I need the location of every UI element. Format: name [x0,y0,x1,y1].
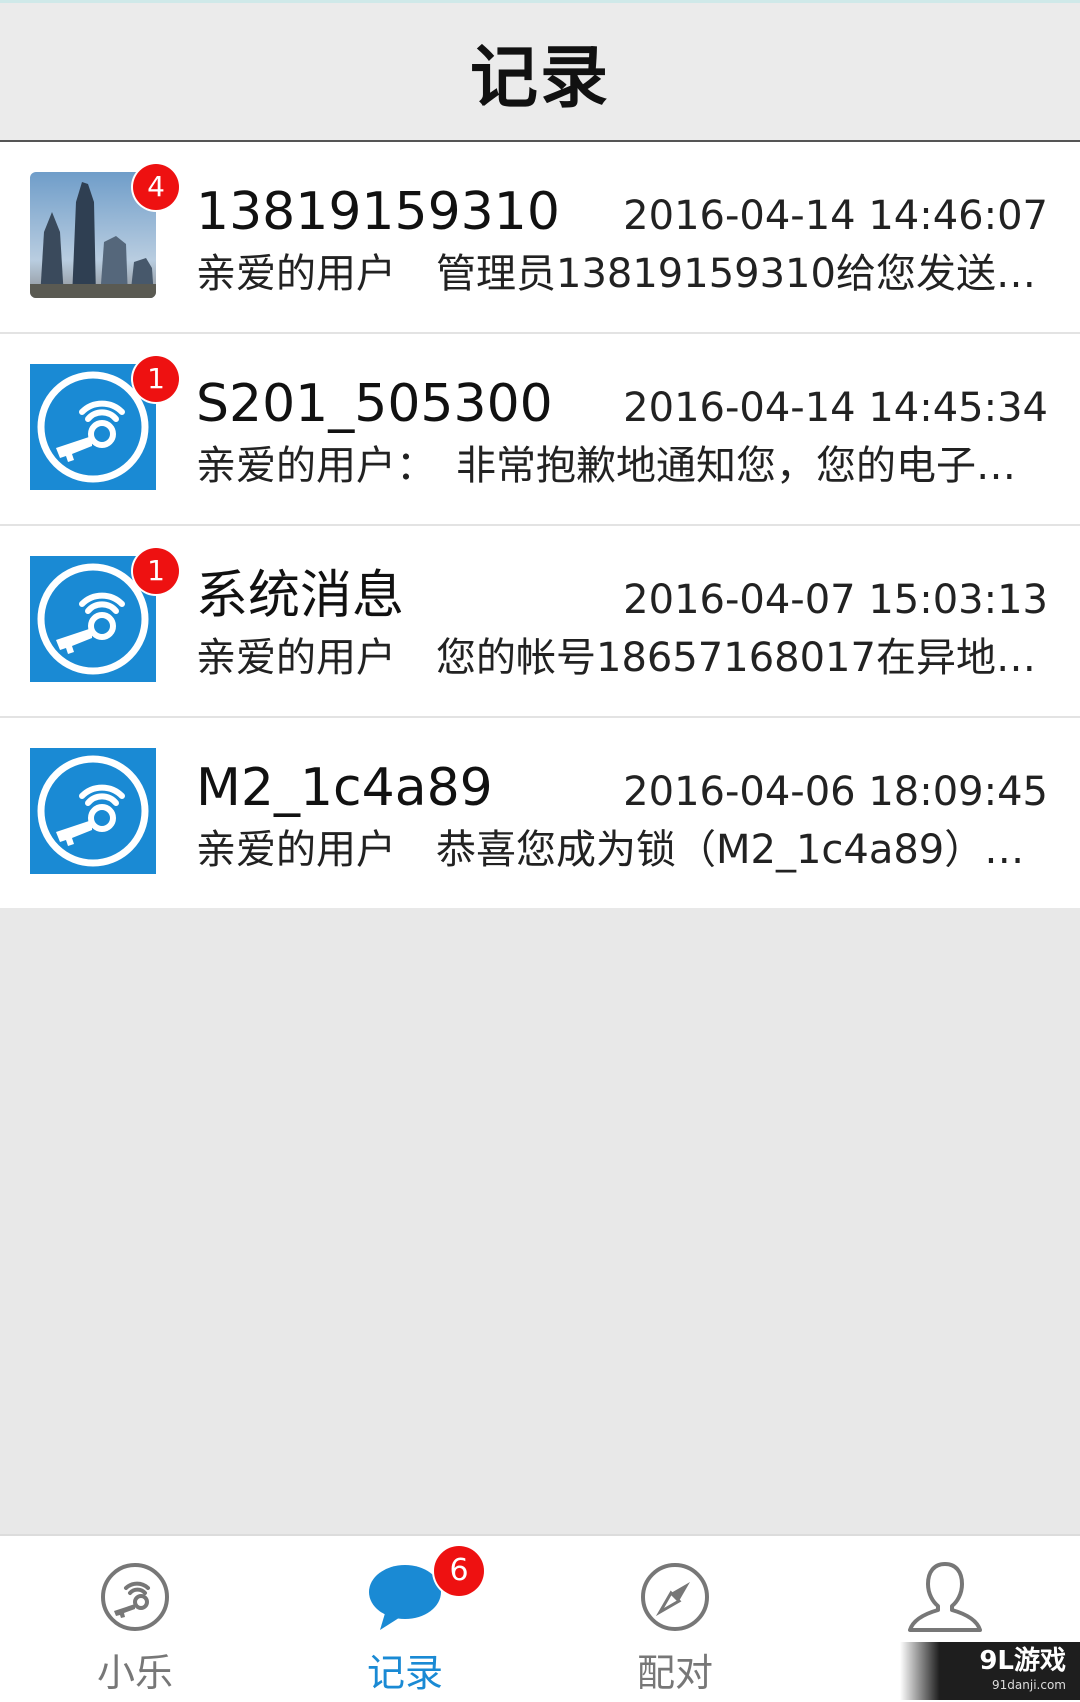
page-title: 记录 [469,39,610,118]
message-preview: 亲爱的用户 管理员13819159310给您发送了一把电子钥匙 [196,251,1042,297]
message-row[interactable]: 1 S201_505300 2016-04-14 14:45:34 亲爱的用户：… [0,334,1080,526]
message-row[interactable]: 4 13819159310 2016-04-14 14:46:07 亲爱的用户 … [0,142,1080,334]
tab-label: 配对 [636,1651,713,1695]
watermark-url: 91danji.com [992,1678,1066,1692]
message-row[interactable]: 1 系统消息 2016-04-07 15:03:13 亲爱的用户 您的帐号186… [0,526,1080,718]
unread-badge: 4 [133,164,179,210]
contact-name: 13819159310 [196,182,560,242]
site-watermark: 9L游戏 91danji.com [900,1642,1080,1700]
unread-badge: 1 [133,356,179,402]
key-icon [37,755,149,867]
contact-name: M2_1c4a89 [196,758,493,818]
message-preview: 亲爱的用户： 非常抱歉地通知您，您的电子钥匙已被删除 [196,443,1042,489]
message-list: 4 13819159310 2016-04-14 14:46:07 亲爱的用户 … [0,142,1080,908]
person-icon [908,1562,982,1632]
contact-name: S201_505300 [196,374,553,434]
tab-label: 记录 [366,1651,443,1695]
tab-records[interactable]: 记录 [270,1536,540,1702]
wifi-key-icon [101,1563,169,1631]
message-time: 2016-04-14 14:45:34 [623,385,1048,431]
message-preview: 亲爱的用户 您的帐号18657168017在异地登录 [196,635,1042,681]
tab-xiaole[interactable]: 小乐 [0,1536,270,1702]
avatar [30,748,156,874]
tab-pairing[interactable]: 配对 [540,1536,810,1702]
app-header: 记录 [0,3,1080,142]
message-row[interactable]: M2_1c4a89 2016-04-06 18:09:45 亲爱的用户 恭喜您成… [0,718,1080,908]
compass-icon [641,1563,709,1631]
tab-label: 小乐 [96,1651,173,1695]
message-time: 2016-04-14 14:46:07 [623,193,1048,239]
watermark-logo: 9L游戏 [979,1646,1066,1676]
message-time: 2016-04-06 18:09:45 [623,769,1048,815]
message-preview: 亲爱的用户 恭喜您成为锁（M2_1c4a89）的管理员 [196,827,1042,873]
message-time: 2016-04-07 15:03:13 [623,577,1048,623]
records-unread-badge: 6 [434,1546,484,1596]
contact-name: 系统消息 [196,566,405,626]
unread-badge: 1 [133,548,179,594]
